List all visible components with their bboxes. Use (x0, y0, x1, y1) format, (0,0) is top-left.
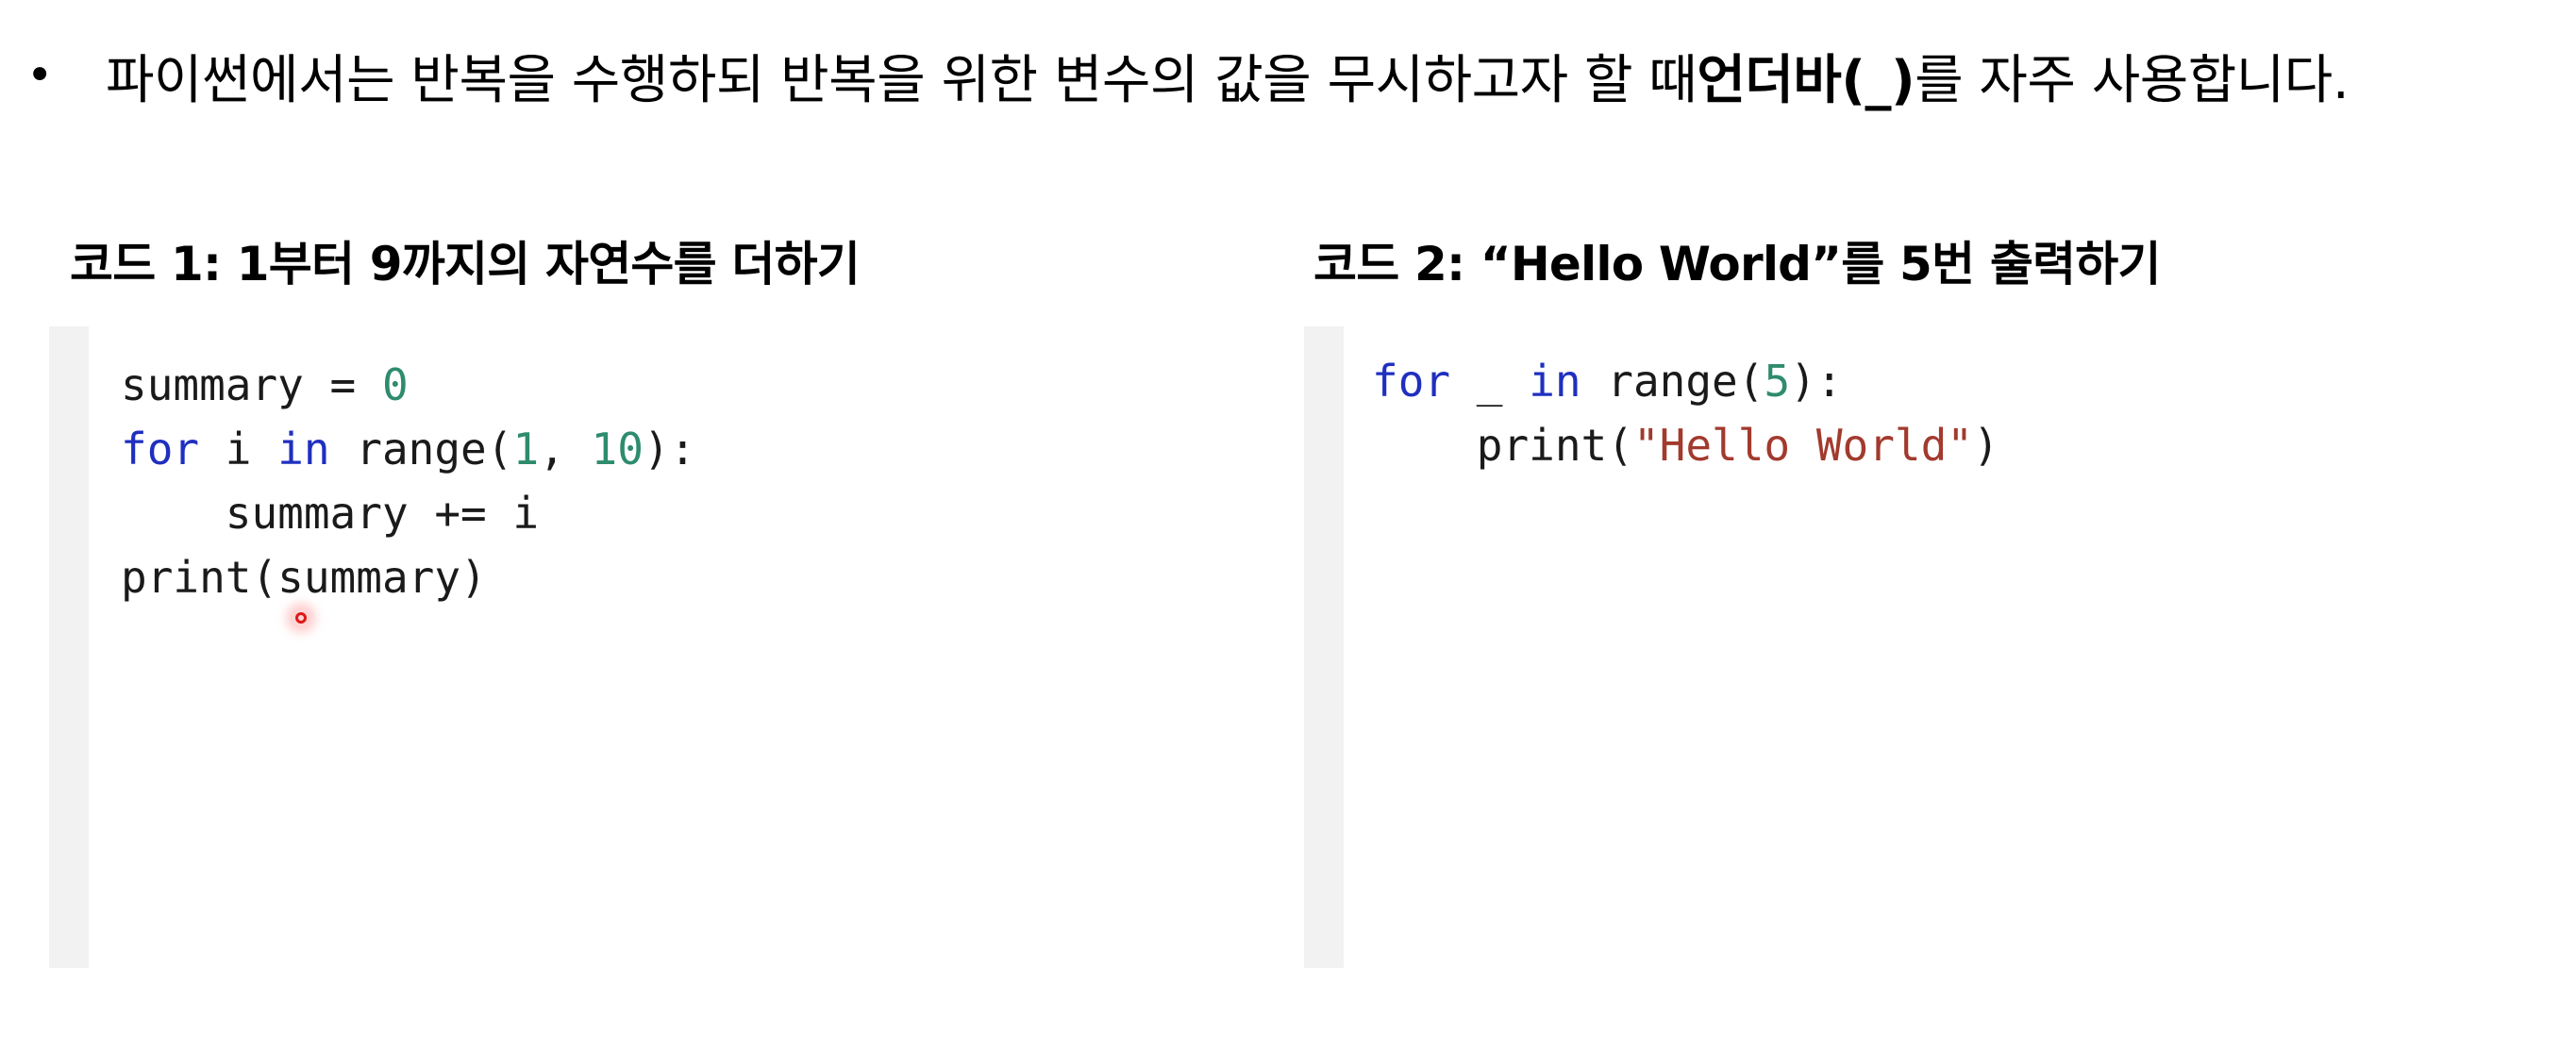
code-token: ): (643, 424, 696, 475)
bullet-statement: • 파이썬에서는 반복을 수행하되 반복을 위한 변수의 값을 무시하고자 할 … (26, 40, 2350, 111)
code-token: _ (1450, 356, 1530, 407)
code-token: range( (329, 424, 513, 475)
bullet-bold-term: 언더바(_) (1697, 49, 1915, 111)
code1-title: 코드 1: 1부터 9까지의 자연수를 더하기 (70, 237, 861, 291)
code-token: ) (1972, 420, 1999, 471)
code-token: i (199, 424, 278, 475)
code1-body: summary = 0 for i in range(1, 10): summar… (121, 353, 695, 609)
code1-line: print(summary) (121, 545, 695, 609)
code-token: ): (1790, 356, 1843, 407)
code-token: in (277, 424, 330, 475)
code2-body: for _ in range(5): print("Hello World") (1372, 349, 1999, 477)
code1-line: summary += i (121, 481, 695, 545)
code-token: in (1529, 356, 1581, 407)
code1-line: summary = 0 (121, 353, 695, 417)
code-token: for (121, 424, 200, 475)
bullet-text-after: 를 자주 사용합니다. (1915, 49, 2350, 111)
code1-gutter (49, 326, 89, 968)
code2-panel: for _ in range(5): print("Hello World") (1304, 326, 2531, 968)
code-token: 0 (381, 359, 409, 410)
code2-line: for _ in range(5): (1372, 349, 1999, 413)
bullet-dot-icon: • (26, 49, 53, 102)
code-token: "Hello World" (1632, 420, 1973, 471)
code2-gutter (1304, 326, 1344, 968)
mouse-cursor-icon (292, 608, 310, 627)
code-token: 5 (1764, 356, 1791, 407)
code1-line: for i in range(1, 10): (121, 417, 695, 481)
code1-panel: summary = 0 for i in range(1, 10): summar… (49, 326, 1238, 968)
code-token: for (1372, 356, 1451, 407)
code-token: 1 (512, 424, 540, 475)
code2-title: 코드 2: “Hello World”를 5번 출력하기 (1313, 237, 2161, 291)
code-token: 10 (591, 424, 644, 475)
code-token: print(summary) (121, 552, 487, 603)
code-token: summary = (121, 359, 382, 410)
code-token: , (539, 424, 592, 475)
code-token: print( (1372, 420, 1633, 471)
code2-line: print("Hello World") (1372, 413, 1999, 477)
code-token: range( (1581, 356, 1765, 407)
code-token: summary += i (121, 488, 540, 539)
bullet-text-before: 파이썬에서는 반복을 수행하되 반복을 위한 변수의 값을 무시하고자 할 때 (106, 49, 1698, 111)
